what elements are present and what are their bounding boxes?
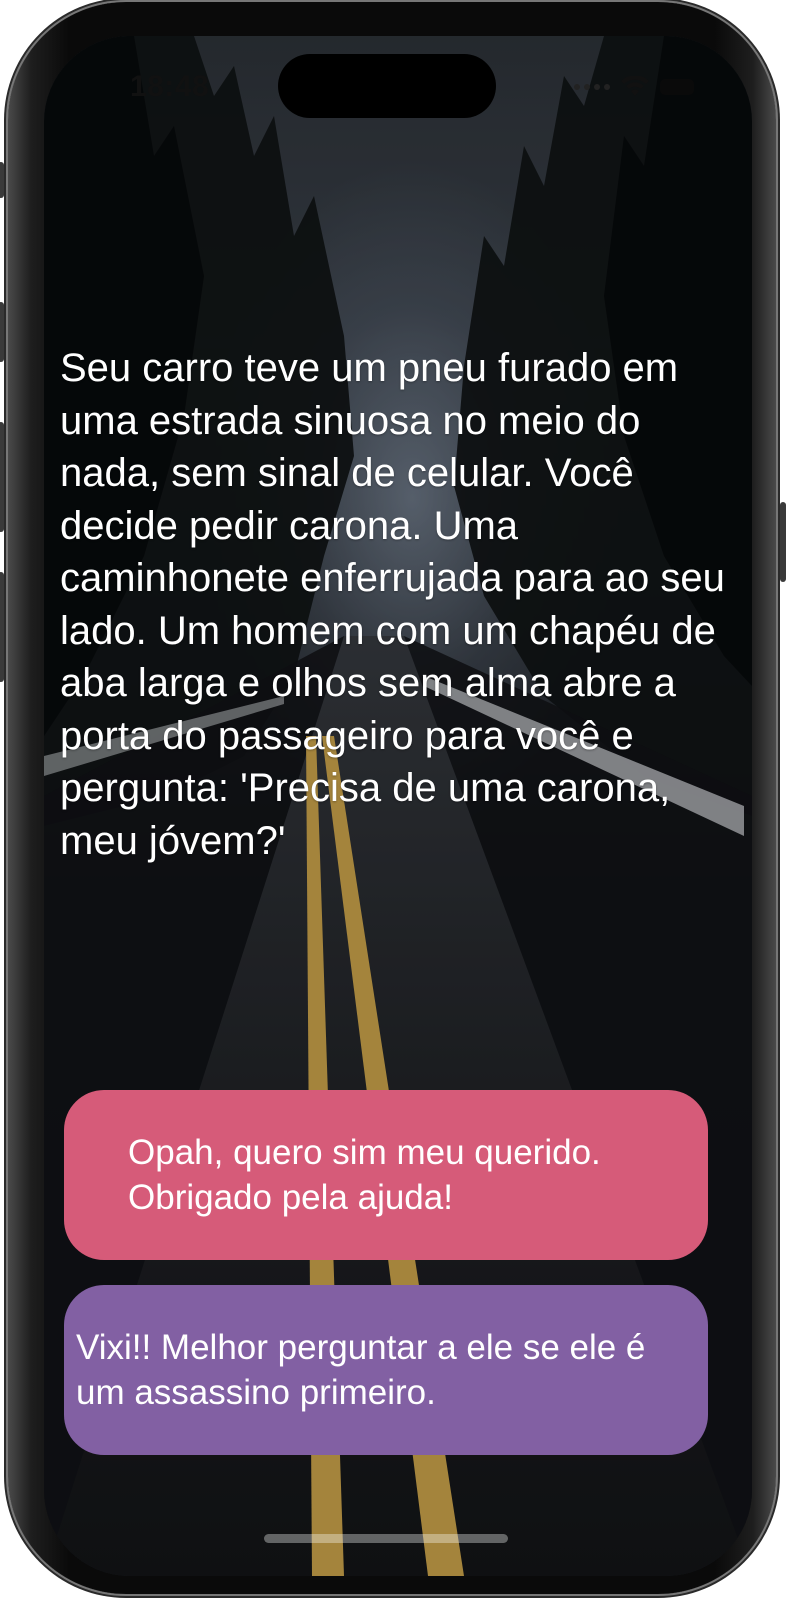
choice-label: Opah, quero sim meu querido. Obrigado pe…	[128, 1133, 601, 1217]
choice-label: Vixi!! Melhor perguntar a ele se ele é u…	[76, 1328, 646, 1412]
home-indicator[interactable]	[264, 1534, 508, 1543]
dynamic-island	[278, 54, 496, 118]
status-time: 18:48	[130, 70, 210, 103]
power-button	[780, 502, 786, 582]
choice-button-accept-ride[interactable]: Opah, quero sim meu querido. Obrigado pe…	[64, 1090, 708, 1260]
volume-up-button	[0, 302, 4, 362]
volume-down-button	[0, 422, 4, 532]
choice-button-ask-killer[interactable]: Vixi!! Melhor perguntar a ele se ele é u…	[64, 1285, 708, 1455]
status-icons	[574, 76, 694, 98]
signal-icon	[574, 84, 610, 90]
app-screen: 18:48 Seu carro teve um pneu furado em u…	[44, 36, 752, 1576]
wifi-icon	[621, 76, 649, 96]
battery-icon	[660, 79, 694, 95]
action-button	[0, 162, 4, 198]
story-text: Seu carro teve um pneu furado em uma est…	[60, 346, 725, 863]
side-button	[0, 572, 4, 682]
